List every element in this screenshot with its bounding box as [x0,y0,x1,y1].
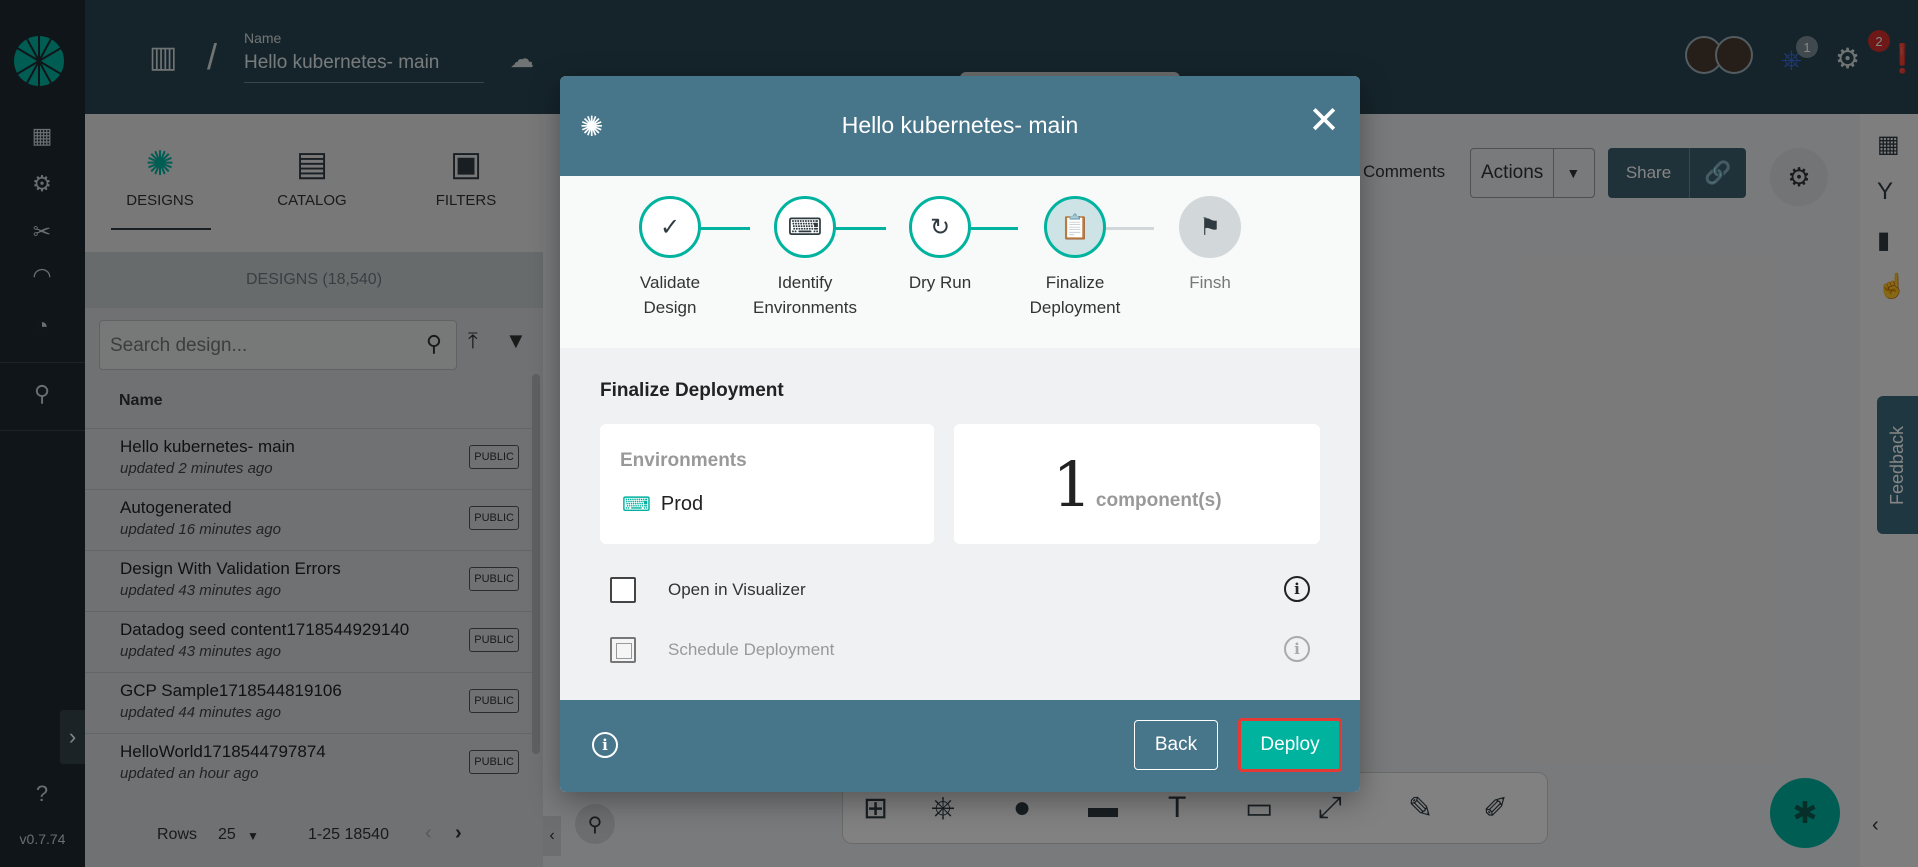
environments-card: Environments ⌨ Prod [600,424,934,544]
environments-heading: Environments [620,450,747,471]
open-in-visualizer-checkbox[interactable] [610,577,636,603]
step-validate-design: ✓ Validate Design [615,196,725,320]
modal-header: ✺ Hello kubernetes- main ✕ [560,76,1360,176]
modal-body: Finalize Deployment Environments ⌨ Prod … [560,348,1360,700]
dry-run-icon: ↻ [909,196,971,258]
modal-footer: i Back Deploy [560,700,1360,792]
step-dry-run: ↻ Dry Run [885,196,995,295]
info-icon[interactable]: i [1284,636,1310,662]
deployment-stepper: ✓ Validate Design ⌨ Identify Environment… [560,176,1360,348]
modal-title: Hello kubernetes- main [841,112,1079,138]
clipboard-gear-icon: 📋 [1044,196,1106,258]
step-label: Finalize Deployment [1029,273,1121,317]
component-count: 1 [1052,448,1092,521]
option-label: Open in Visualizer [668,580,806,599]
component-count-card: 1 component(s) [954,424,1320,544]
deploy-modal: ✺ Hello kubernetes- main ✕ ✓ Validate De… [560,76,1360,792]
close-icon[interactable]: ✕ [1308,102,1340,140]
back-button[interactable]: Back [1134,720,1218,770]
schedule-deployment-option: Schedule Deployment i [610,634,1310,666]
environment-item: ⌨ Prod [622,492,703,517]
info-icon[interactable]: i [1284,576,1310,602]
checkered-flags-icon: ⚑ [1179,196,1241,258]
check-icon: ✓ [639,196,701,258]
environment-icon: ⌨ [774,196,836,258]
step-identify-environments: ⌨ Identify Environments [750,196,860,320]
open-in-visualizer-option: Open in Visualizer i [610,574,1310,606]
option-label: Schedule Deployment [668,640,835,659]
step-finalize-deployment: 📋 Finalize Deployment [1020,196,1130,320]
environment-name: Prod [660,493,704,515]
info-icon[interactable]: i [592,732,618,758]
step-finish: ⚑ Finsh [1155,196,1265,295]
step-label: Identify Environments [753,273,857,317]
component-unit: component(s) [1095,490,1222,511]
environment-icon: ⌨ [622,494,651,516]
deploy-button[interactable]: Deploy [1238,718,1342,772]
step-label: Validate Design [639,273,701,317]
step-label: Finsh [1189,273,1231,292]
schedule-deployment-checkbox[interactable] [610,637,636,663]
section-title: Finalize Deployment [600,380,784,401]
step-label: Dry Run [908,273,972,292]
